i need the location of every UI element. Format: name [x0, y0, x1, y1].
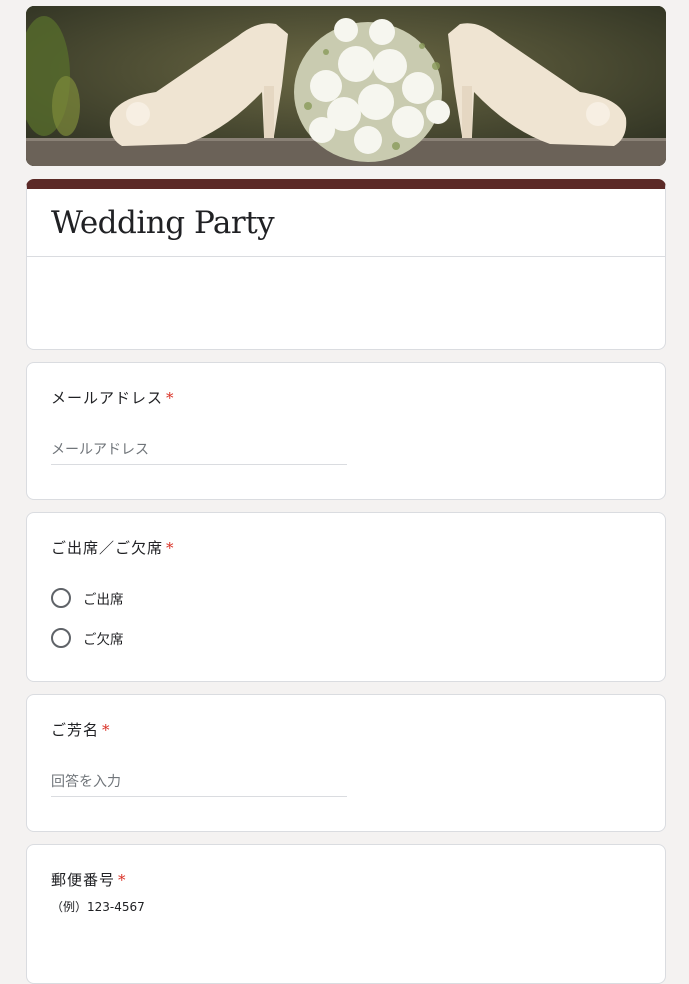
radio-option-decline[interactable]: ご欠席 — [51, 618, 641, 658]
header-image — [26, 6, 666, 166]
required-asterisk: * — [102, 721, 111, 739]
email-label: メールアドレス — [51, 389, 164, 407]
postal-code-helper-text: （例）123-4567 — [51, 900, 145, 914]
question-label: ご芳名 * — [51, 719, 641, 740]
wedding-shoes-bouquet-illustration — [26, 6, 666, 166]
form-title-card: Wedding Party — [26, 179, 666, 350]
radio-button-icon[interactable] — [51, 628, 71, 648]
form-title: Wedding Party — [51, 205, 275, 241]
radio-option-attend[interactable]: ご出席 — [51, 578, 641, 618]
question-label: ご出席／ご欠席 * — [51, 537, 641, 558]
email-input[interactable] — [51, 438, 347, 465]
name-input[interactable] — [51, 770, 347, 797]
radio-label: ご出席 — [83, 592, 124, 608]
attendance-label: ご出席／ご欠席 — [51, 539, 164, 557]
required-asterisk: * — [166, 389, 175, 407]
name-label: ご芳名 — [51, 721, 100, 739]
required-asterisk: * — [166, 539, 175, 557]
form-container: Wedding Party メールアドレス* ご出席／ご欠席* ご出席 ご欠席 … — [26, 6, 666, 984]
radio-button-icon[interactable] — [51, 588, 71, 608]
question-name: ご芳名 * — [26, 694, 666, 832]
question-label: メールアドレス * — [51, 387, 641, 408]
required-asterisk: * — [118, 871, 127, 889]
radio-label: ご欠席 — [83, 632, 124, 648]
question-attendance: ご出席／ご欠席 * ご出席 ご欠席 — [26, 512, 666, 682]
question-email: メールアドレス * — [26, 362, 666, 500]
title-divider — [27, 256, 665, 257]
question-postal-code: 郵便番号 * （例）123-4567 — [26, 844, 666, 984]
question-label: 郵便番号 * — [51, 869, 641, 890]
postal-code-label: 郵便番号 — [51, 871, 116, 889]
